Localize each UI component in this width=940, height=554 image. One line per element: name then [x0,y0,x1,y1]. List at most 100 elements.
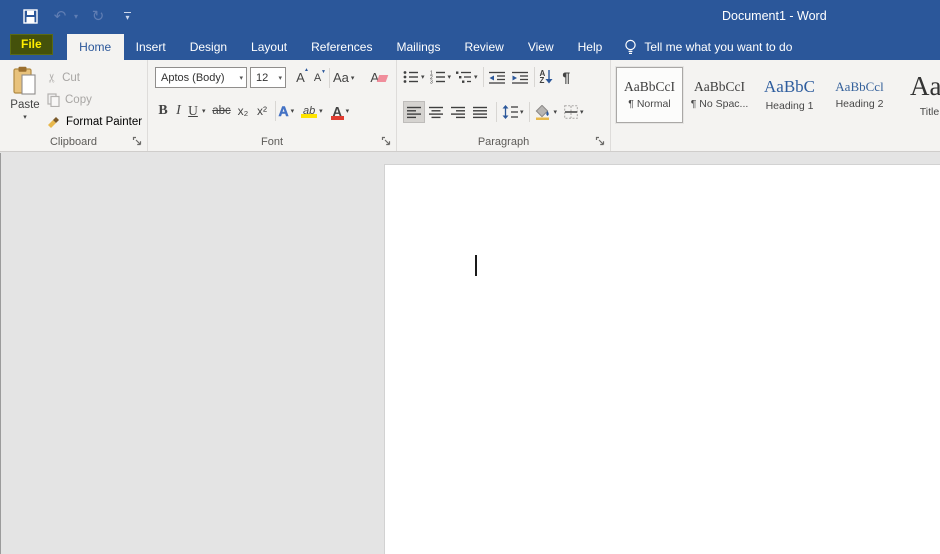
svg-text:3: 3 [430,80,433,85]
clipboard-group: Paste ▾ ✂ Cut Copy [0,60,148,151]
align-center-icon [429,106,444,119]
font-family-combobox[interactable]: Aptos (Body) ▾ [155,67,247,88]
sort-button[interactable]: A Z [540,70,554,84]
format-painter-label: Format Painter [66,116,142,128]
clear-formatting-button[interactable]: A [370,70,379,85]
window-title: Document1 - Word [722,0,827,32]
eraser-icon [377,75,389,82]
save-icon[interactable] [20,5,40,27]
paste-clipboard-icon [12,66,38,96]
change-case-button[interactable]: Aa ▾ [333,70,354,85]
redo-icon[interactable]: ↻ [88,5,108,27]
italic-button[interactable]: I [171,103,186,119]
format-painter-icon [47,116,61,129]
strikethrough-button[interactable]: abc [210,105,234,117]
cut-label: Cut [62,72,80,84]
font-dialog-launcher-icon[interactable] [381,136,392,147]
paragraph-dialog-launcher-icon[interactable] [595,136,606,147]
line-spacing-button[interactable]: ▾ [502,105,524,119]
borders-icon [564,105,578,119]
font-size-dropdown-icon[interactable]: ▾ [274,74,282,82]
align-left-button[interactable] [403,101,425,123]
highlight-pen-icon: ab [301,105,317,117]
bullets-icon [403,70,419,84]
paste-dropdown-icon[interactable]: ▾ [23,113,27,121]
paste-button[interactable]: Paste ▾ [5,64,45,130]
bullets-button[interactable]: ▾ [403,70,425,84]
font-family-dropdown-icon[interactable]: ▾ [235,74,243,82]
text-highlight-button[interactable]: ab ▾ [301,105,323,117]
format-painter-button[interactable]: Format Painter [47,112,142,132]
tell-me-label: Tell me what you want to do [644,40,792,54]
borders-button[interactable]: ▾ [564,105,584,119]
text-effects-button[interactable]: A ▾ [279,103,295,119]
font-group: Aptos (Body) ▾ 12 ▾ A ▲ A ▼ Aa ▾ A [148,60,397,151]
increase-indent-icon [512,71,529,84]
align-right-button[interactable] [447,101,469,123]
copy-button[interactable]: Copy [47,90,142,110]
bold-button[interactable]: B [155,103,171,119]
scissors-icon: ✂ [45,73,59,83]
customize-qat-icon[interactable]: ▾ [124,12,131,20]
style-no-spacing[interactable]: AaBbCcI ¶ No Spac... [686,67,753,123]
tab-review[interactable]: Review [452,34,515,60]
paragraph-group: ▾ 1 2 3 ▾ ▾ [397,60,611,151]
undo-icon[interactable]: ↶ [50,5,70,27]
subscript-button[interactable]: x₂ [234,104,253,118]
font-color-a-icon: A [331,104,344,119]
align-center-button[interactable] [425,101,447,123]
paint-bucket-icon [535,105,552,120]
tab-mailings[interactable]: Mailings [384,34,452,60]
justify-button[interactable] [469,101,491,123]
font-size-combobox[interactable]: 12 ▾ [250,67,286,88]
underline-button[interactable]: U [186,103,200,119]
copy-icon [47,93,60,107]
cut-button[interactable]: ✂ Cut [47,68,142,88]
title-bar: ↶ ▾ ↻ ▾ Document1 - Word [0,0,940,32]
font-group-label: Font [148,136,396,148]
styles-group: AaBbCcI ¶ Normal AaBbCcI ¶ No Spac... Aa… [611,60,940,151]
tab-help[interactable]: Help [566,34,615,60]
multilevel-list-button[interactable]: ▾ [456,70,478,84]
style-normal[interactable]: AaBbCcI ¶ Normal [616,67,683,123]
numbering-icon: 1 2 3 [430,70,446,84]
decrease-indent-button[interactable] [489,71,506,84]
style-title[interactable]: Aal Title [896,67,940,123]
undo-dropdown-icon[interactable]: ▾ [74,12,78,21]
style-heading-1[interactable]: AaBbC Heading 1 [756,67,823,123]
document-page[interactable] [384,164,940,554]
tell-me-box[interactable]: Tell me what you want to do [624,34,792,60]
paragraph-group-label: Paragraph [397,136,610,148]
tab-home[interactable]: Home [67,34,124,60]
grow-font-button[interactable]: A ▲ [292,70,309,85]
shrink-font-button[interactable]: A ▼ [309,72,326,84]
document-area[interactable] [0,153,940,554]
sort-az-icon: A Z [540,70,554,84]
tab-insert[interactable]: Insert [124,34,178,60]
tab-file[interactable]: File [10,34,53,55]
underline-dropdown-icon[interactable]: ▾ [202,107,206,115]
line-spacing-icon [502,105,518,119]
multilevel-list-icon [456,70,472,84]
align-right-icon [451,106,466,119]
show-hide-pilcrow-button[interactable]: ¶ [562,69,570,85]
ribbon: Paste ▾ ✂ Cut Copy [0,60,940,152]
shading-button[interactable]: ▾ [535,105,558,120]
font-color-button[interactable]: A ▾ [331,104,350,119]
align-left-icon [407,106,422,119]
copy-label: Copy [65,94,92,106]
decrease-indent-icon [489,71,506,84]
style-heading-2[interactable]: AaBbCcl Heading 2 [826,67,893,123]
ribbon-tab-row: File Home Insert Design Layout Reference… [0,32,940,60]
clipboard-dialog-launcher-icon[interactable] [132,136,143,147]
tab-view[interactable]: View [516,34,566,60]
tab-design[interactable]: Design [178,34,239,60]
clipboard-group-label: Clipboard [0,136,147,148]
superscript-button[interactable]: x² [253,104,272,118]
increase-indent-button[interactable] [512,71,529,84]
tab-references[interactable]: References [299,34,384,60]
numbering-button[interactable]: 1 2 3 ▾ [430,70,452,84]
tab-layout[interactable]: Layout [239,34,299,60]
quick-access-toolbar: ↶ ▾ ↻ ▾ [20,0,131,32]
justify-icon [473,106,488,119]
